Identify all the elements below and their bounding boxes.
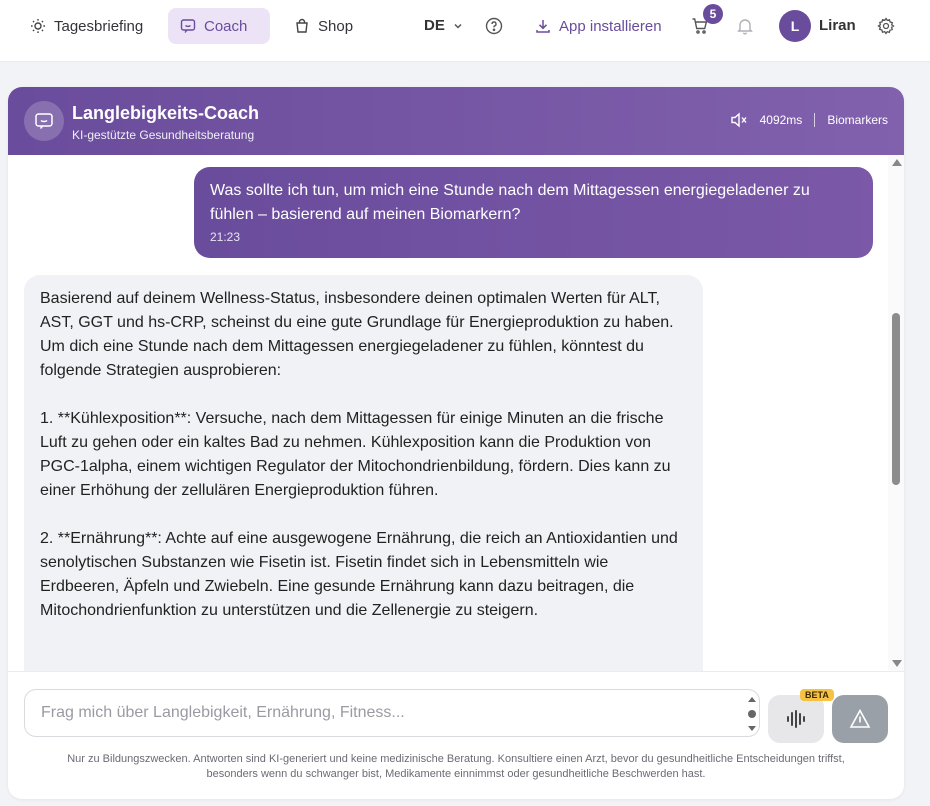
- latency-value: 4092ms: [759, 113, 803, 127]
- background-sidebar: [0, 62, 8, 806]
- user-message-text: Was sollte ich tun, um mich eine Stunde …: [210, 182, 810, 223]
- send-icon: [849, 708, 871, 728]
- cart-count-badge: 5: [703, 4, 723, 24]
- language-selector[interactable]: DE: [424, 17, 463, 34]
- scroll-thumb[interactable]: [892, 313, 900, 485]
- chevron-down-icon: [454, 23, 462, 29]
- chat-icon: [180, 19, 196, 33]
- nav-tagesbriefing[interactable]: Tagesbriefing: [18, 8, 155, 44]
- coach-avatar: [24, 101, 64, 141]
- header-divider: [814, 113, 816, 127]
- chat-messages: Was sollte ich tun, um mich eine Stunde …: [8, 155, 904, 671]
- send-button[interactable]: [832, 695, 888, 743]
- medical-disclaimer: Nur zu Bildungszwecken. Antworten sind K…: [67, 753, 845, 780]
- coach-header-controls: 4092ms Biomarkers: [730, 112, 888, 128]
- chat-bot-icon: [35, 113, 53, 129]
- settings-button[interactable]: [876, 16, 896, 36]
- help-icon: [485, 17, 503, 35]
- coach-title: Langlebigkeits-Coach: [72, 103, 260, 123]
- assistant-message: Basierend auf deinem Wellness-Status, in…: [24, 275, 703, 671]
- biomarkers-link[interactable]: Biomarkers: [827, 113, 888, 127]
- waveform-icon: [787, 710, 805, 728]
- message-composer: BETA Nur zu Bildungszwecken. Antworten s…: [8, 671, 904, 799]
- gear-icon: [877, 17, 895, 35]
- nav-tagesbriefing-label: Tagesbriefing: [54, 17, 144, 35]
- scroll-down-arrow[interactable]: [892, 660, 902, 667]
- top-navigation: Tagesbriefing Coach Shop DE App installi…: [0, 0, 930, 62]
- bag-icon: [296, 18, 308, 33]
- coach-panel: Langlebigkeits-Coach KI-gestützte Gesund…: [8, 87, 904, 799]
- notifications-button[interactable]: [736, 16, 754, 36]
- input-resize-handle[interactable]: [746, 694, 758, 734]
- user-name[interactable]: Liran: [819, 17, 856, 34]
- avatar[interactable]: L: [779, 10, 811, 42]
- user-message: Was sollte ich tun, um mich eine Stunde …: [194, 167, 873, 258]
- assistant-paragraph: 2. **Ernährung**: Achte auf eine ausgewo…: [40, 530, 678, 619]
- language-label: DE: [424, 17, 445, 34]
- assistant-paragraph: Basierend auf deinem Wellness-Status, in…: [40, 290, 674, 379]
- install-app-button[interactable]: App installieren: [535, 8, 662, 44]
- scroll-up-arrow[interactable]: [892, 159, 902, 166]
- user-message-time: 21:23: [210, 230, 241, 244]
- download-icon: [536, 20, 550, 33]
- assistant-paragraph: 1. **Kühlexposition**: Versuche, nach de…: [40, 410, 671, 499]
- nav-coach-label: Coach: [204, 17, 248, 35]
- sun-icon: [31, 19, 45, 33]
- voice-input-button[interactable]: [768, 695, 824, 743]
- bell-icon: [737, 19, 753, 35]
- help-button[interactable]: [484, 16, 504, 36]
- chat-input[interactable]: [24, 689, 760, 737]
- coach-header: Langlebigkeits-Coach KI-gestützte Gesund…: [8, 87, 904, 155]
- coach-subtitle: KI-gestützte Gesundheitsberatung: [72, 128, 255, 142]
- nav-shop[interactable]: Shop: [282, 8, 365, 44]
- nav-coach[interactable]: Coach: [168, 8, 270, 44]
- beta-badge: BETA: [800, 689, 834, 701]
- chat-scrollbar[interactable]: [888, 155, 904, 671]
- nav-shop-label: Shop: [318, 17, 354, 35]
- install-app-label: App installieren: [559, 17, 662, 35]
- mute-icon[interactable]: [730, 112, 748, 128]
